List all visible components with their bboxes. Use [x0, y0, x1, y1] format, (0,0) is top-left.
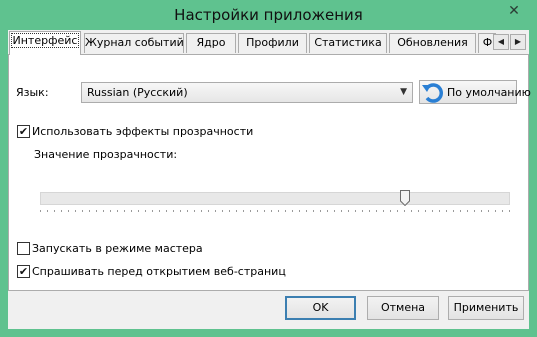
ask-before-open-checkbox[interactable]: ✔: [17, 265, 30, 278]
tab-event-log[interactable]: Журнал событий: [84, 33, 184, 53]
wizard-mode-checkbox[interactable]: [17, 242, 30, 255]
slider-thumb[interactable]: [400, 190, 410, 206]
tab-core[interactable]: Ядро: [186, 33, 236, 53]
tab-scroll-right-button[interactable]: ▶: [510, 34, 526, 50]
language-label: Язык:: [16, 86, 49, 99]
tab-statistics[interactable]: Статистика: [309, 33, 387, 53]
chevron-down-icon: ▼: [400, 87, 407, 97]
cancel-button[interactable]: Отмена: [367, 296, 439, 320]
transparency-label: Использовать эффекты прозрачности: [32, 125, 254, 138]
language-value: Russian (Русский): [87, 86, 188, 99]
apply-button[interactable]: Применить: [448, 296, 524, 320]
tab-strip: Интерфейс Журнал событий Ядро Профили Ст…: [8, 30, 529, 55]
tab-updates[interactable]: Обновления: [389, 33, 476, 53]
refresh-icon: [422, 83, 443, 103]
tab-profiles[interactable]: Профили: [238, 33, 307, 53]
dialog-body: Интерфейс Журнал событий Ядро Профили Ст…: [8, 30, 531, 329]
tab-scroll-left-button[interactable]: ◀: [493, 34, 509, 50]
close-icon: ✕: [508, 3, 520, 19]
tab-interface[interactable]: Интерфейс: [9, 31, 81, 55]
transparency-slider[interactable]: [40, 192, 510, 205]
ok-button[interactable]: OK: [285, 296, 356, 320]
settings-window: Настройки приложения ✕ Интерфейс Журнал …: [0, 0, 537, 337]
default-language-button[interactable]: По умолчанию: [419, 80, 531, 104]
slider-ticks: [40, 210, 510, 212]
ask-before-open-label: Спрашивать перед открытием веб-страниц: [32, 265, 286, 278]
title-bar[interactable]: Настройки приложения ✕: [0, 0, 537, 30]
language-select[interactable]: Russian (Русский) ▼: [81, 82, 413, 103]
window-title: Настройки приложения: [174, 6, 363, 24]
default-button-label: По умолчанию: [447, 86, 531, 99]
transparency-value-label: Значение прозрачности:: [34, 148, 178, 161]
arrow-left-icon: ◀: [497, 37, 505, 46]
interface-panel: Язык: Russian (Русский) ▼ По умолчанию ✔…: [8, 54, 531, 291]
close-button[interactable]: ✕: [499, 1, 529, 21]
arrow-right-icon: ▶: [514, 37, 522, 46]
transparency-checkbox[interactable]: ✔: [17, 125, 30, 138]
wizard-mode-label: Запускать в режиме мастера: [32, 242, 203, 255]
tab-scroll-buttons: ◀ ▶: [493, 34, 527, 50]
